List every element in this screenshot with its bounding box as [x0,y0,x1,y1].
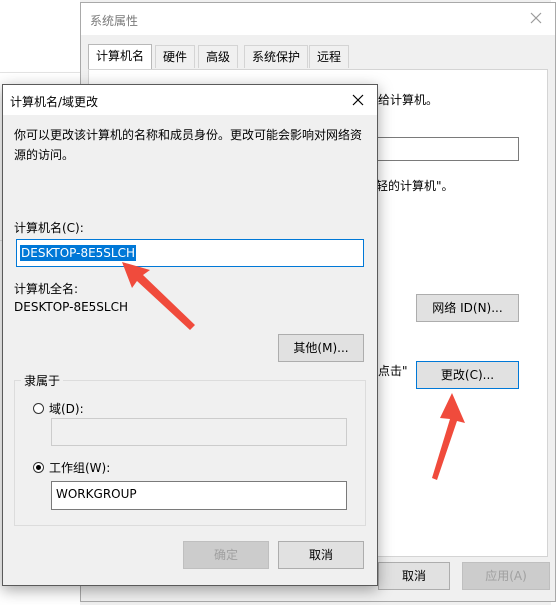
domain-input[interactable] [51,418,347,446]
sysprops-example-fragment: 轻的计算机"。 [376,179,454,193]
full-name-label: 计算机全名: [14,282,79,296]
workgroup-input[interactable]: WORKGROUP [51,481,347,510]
full-name-value: DESKTOP-8E5SLCH [14,300,129,314]
tab-remote[interactable]: 远程 [309,45,350,68]
dialog-description: 你可以更改该计算机的名称和成员身份。更改可能会影响对网络资源的访问。 [14,128,363,162]
close-icon[interactable] [349,91,367,109]
workgroup-radio[interactable] [33,462,44,473]
workgroup-value: WORKGROUP [56,487,137,501]
network-id-button[interactable]: 网络 ID(N)... [416,294,519,322]
sysprops-titlebar: 系统属性 [81,3,555,35]
change-button[interactable]: 更改(C)... [416,361,519,389]
ok-button[interactable]: 确定 [183,541,269,569]
domain-radio[interactable] [33,403,44,414]
apply-button[interactable]: 应用(A) [462,562,550,590]
dialog-title: 计算机名/域更改 [10,95,99,109]
sysprops-rename-fragment: 点击" [378,364,408,378]
sysprops-cancel-button[interactable]: 取消 [378,562,450,590]
computer-name-input[interactable]: DESKTOP-8E5SLCH [16,239,364,267]
computer-name-domain-dialog: 计算机名/域更改 你可以更改该计算机的名称和成员身份。更改可能会影响对网络资源的… [2,84,378,586]
computer-name-label: 计算机名(C): [14,221,84,235]
domain-label: 域(D): [49,402,84,416]
tab-hardware[interactable]: 硬件 [155,45,196,68]
sysprops-description-fragment: 给计算机。 [378,93,439,107]
tab-system-protection[interactable]: 系统保护 [244,45,309,68]
member-of-label: 隶属于 [21,372,64,389]
computer-name-value: DESKTOP-8E5SLCH [20,245,137,261]
more-button[interactable]: 其他(M)... [278,334,364,362]
workgroup-label: 工作组(W): [49,461,111,475]
dialog-titlebar: 计算机名/域更改 [3,85,377,115]
tab-computer-name[interactable]: 计算机名 [88,44,153,69]
dialog-cancel-button[interactable]: 取消 [278,541,364,569]
sysprops-title: 系统属性 [90,14,139,28]
tab-advanced[interactable]: 高级 [198,45,239,68]
close-icon[interactable] [527,9,545,27]
